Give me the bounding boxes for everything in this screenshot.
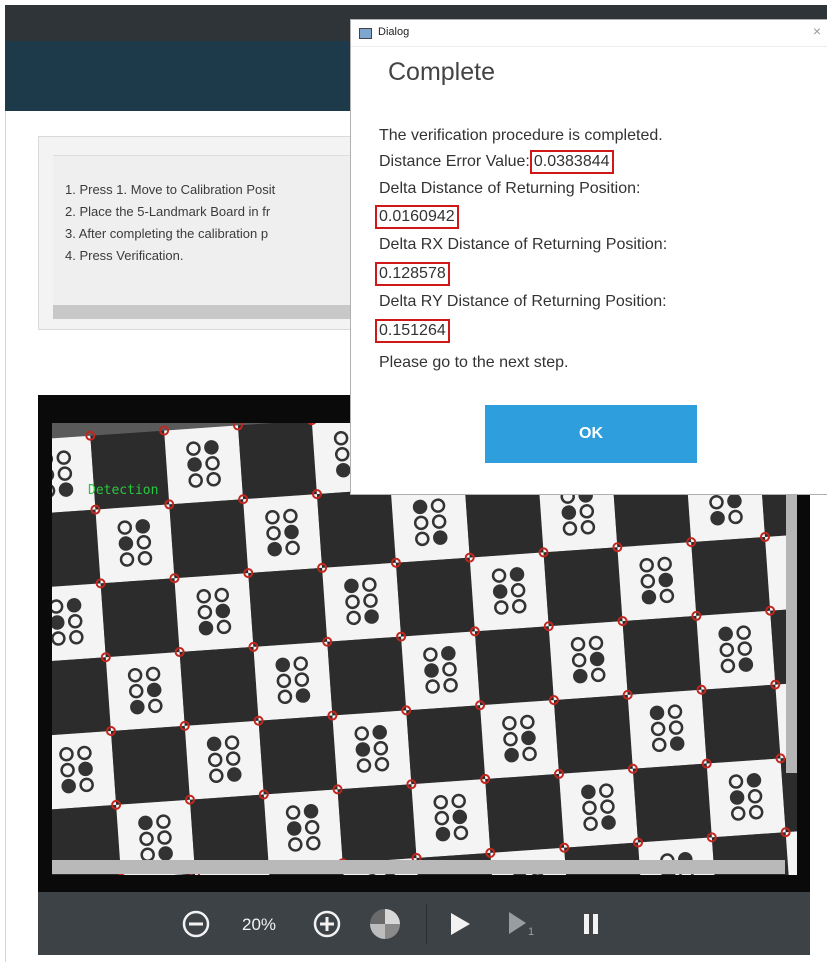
- dialog-titlebar: Dialog ×: [351, 20, 827, 47]
- instruction-line-2: 2. Place the 5-Landmark Board in fr: [65, 204, 271, 219]
- delta-ry-label: Delta RY Distance of Returning Position:: [379, 293, 667, 310]
- pause-button[interactable]: [582, 913, 600, 940]
- delta-rx-value: 0.128578: [375, 262, 450, 286]
- zoom-out-button[interactable]: [181, 909, 211, 944]
- application-window: 1. Press 1. Move to Calibration Posit 2.…: [0, 0, 827, 962]
- dialog-window-title: Dialog: [378, 26, 410, 38]
- zoom-in-icon: [313, 910, 341, 938]
- next-step-message: Please go to the next step.: [379, 354, 569, 371]
- play-button[interactable]: [448, 911, 472, 942]
- zoom-in-button[interactable]: [312, 909, 342, 944]
- step-subscript: 1: [528, 926, 535, 938]
- color-mode-button[interactable]: [368, 907, 402, 946]
- delta-distance-row: 0.0160942: [375, 205, 459, 229]
- close-icon[interactable]: ×: [813, 23, 821, 39]
- instruction-line-1: 1. Press 1. Move to Calibration Posit: [65, 182, 276, 197]
- delta-rx-label: Delta RX Distance of Returning Position:: [379, 236, 668, 253]
- completion-message: The verification procedure is completed.: [379, 127, 663, 144]
- completion-dialog: Dialog × Complete The verification proce…: [350, 19, 827, 495]
- viewer-horizontal-scrollbar[interactable]: [52, 860, 785, 874]
- ok-button[interactable]: OK: [485, 405, 697, 463]
- delta-ry-value: 0.151264: [375, 319, 450, 343]
- delta-distance-value: 0.0160942: [375, 205, 459, 229]
- toolbar-divider: [426, 904, 427, 944]
- dialog-heading: Complete: [388, 58, 495, 86]
- color-wheel-icon: [370, 909, 400, 939]
- instructions-text-area: 1. Press 1. Move to Calibration Posit 2.…: [53, 155, 399, 306]
- zoom-level: 20%: [242, 915, 277, 934]
- distance-error-label: Distance Error Value:: [379, 153, 530, 170]
- zoom-out-icon: [182, 910, 210, 938]
- instructions-horizontal-scrollbar[interactable]: [53, 305, 399, 319]
- delta-ry-row: 0.151264: [375, 319, 450, 343]
- delta-distance-label: Delta Distance of Returning Position:: [379, 180, 641, 197]
- app-icon: [359, 28, 372, 39]
- pause-icon: [584, 914, 598, 934]
- viewer-toolbar: 20% 1: [38, 892, 810, 955]
- detection-label: Detection: [88, 483, 159, 498]
- distance-error-row: Distance Error Value: 0.0383844: [379, 150, 614, 174]
- play-icon: [451, 913, 470, 935]
- distance-error-value: 0.0383844: [529, 150, 614, 174]
- delta-rx-row: 0.128578: [375, 262, 450, 286]
- instruction-line-4: 4. Press Verification.: [65, 248, 184, 263]
- instructions-panel: 1. Press 1. Move to Calibration Posit 2.…: [38, 136, 400, 330]
- instruction-line-3: 3. After completing the calibration p: [65, 226, 269, 241]
- step-button[interactable]: 1: [506, 909, 536, 944]
